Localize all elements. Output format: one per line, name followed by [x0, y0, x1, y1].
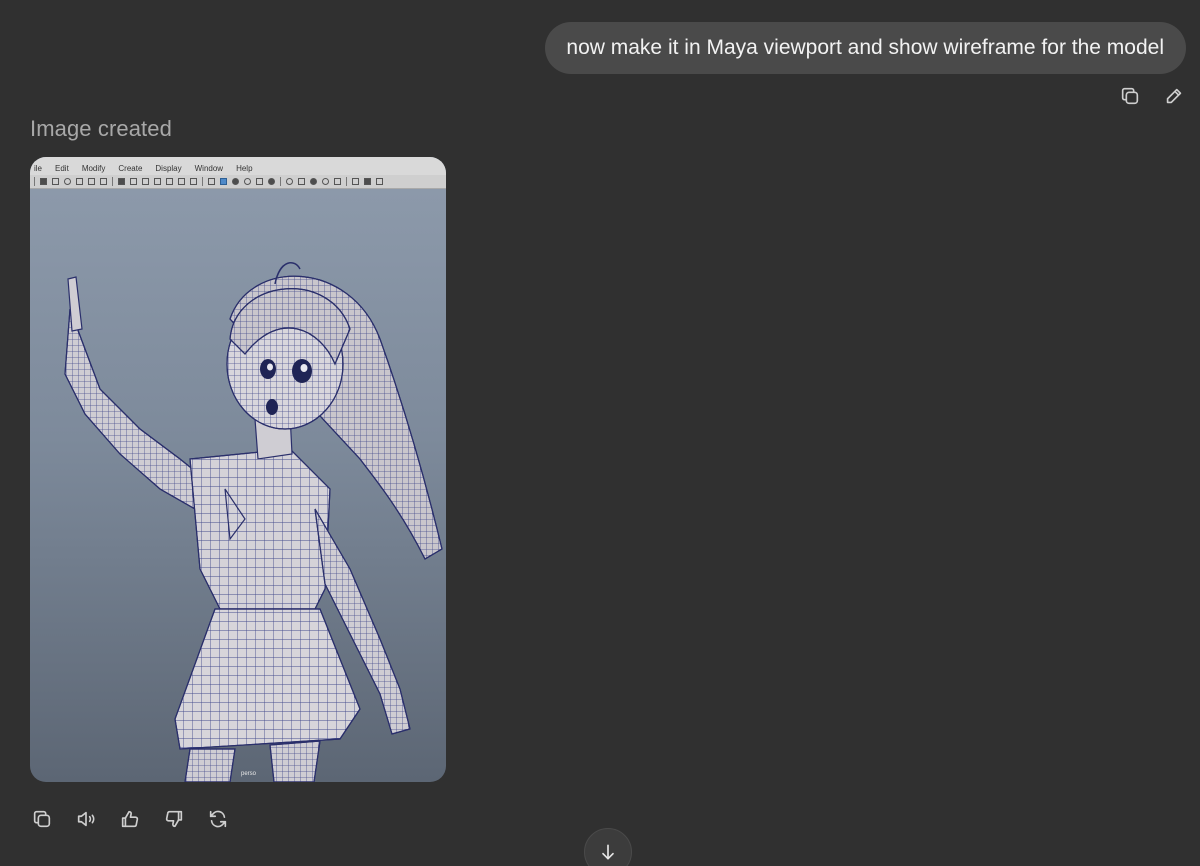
edit-pencil-icon[interactable] — [1162, 84, 1186, 108]
menu-display: Display — [155, 164, 182, 173]
generated-image[interactable]: ile Edit Modify Create Display Window He… — [30, 157, 446, 782]
maya-shelf-toolbar — [30, 175, 446, 189]
read-aloud-icon[interactable] — [74, 807, 98, 831]
arrow-down-icon — [602, 844, 614, 860]
thumbs-down-icon[interactable] — [162, 807, 186, 831]
image-created-label: Image created — [30, 116, 172, 141]
thumbs-up-icon[interactable] — [118, 807, 142, 831]
menu-help: Help — [236, 164, 253, 173]
maya-menu-bar: ile Edit Modify Create Display Window He… — [30, 157, 446, 175]
regenerate-icon[interactable] — [206, 807, 230, 831]
menu-window: Window — [194, 164, 224, 173]
assistant-message-actions — [30, 807, 230, 831]
menu-create: Create — [118, 164, 143, 173]
user-message-actions — [1118, 84, 1186, 108]
copy-icon[interactable] — [30, 807, 54, 831]
user-message-bubble: now make it in Maya viewport and show wi… — [545, 22, 1186, 74]
menu-file: ile — [34, 164, 43, 173]
menu-modify: Modify — [81, 164, 106, 173]
scroll-to-bottom-button[interactable] — [584, 828, 632, 866]
copy-icon[interactable] — [1118, 84, 1142, 108]
viewport-camera-label: perso — [241, 771, 257, 777]
menu-edit: Edit — [55, 164, 69, 173]
chat-page: now make it in Maya viewport and show wi… — [0, 0, 1200, 866]
wireframe-character-model — [64, 262, 443, 782]
